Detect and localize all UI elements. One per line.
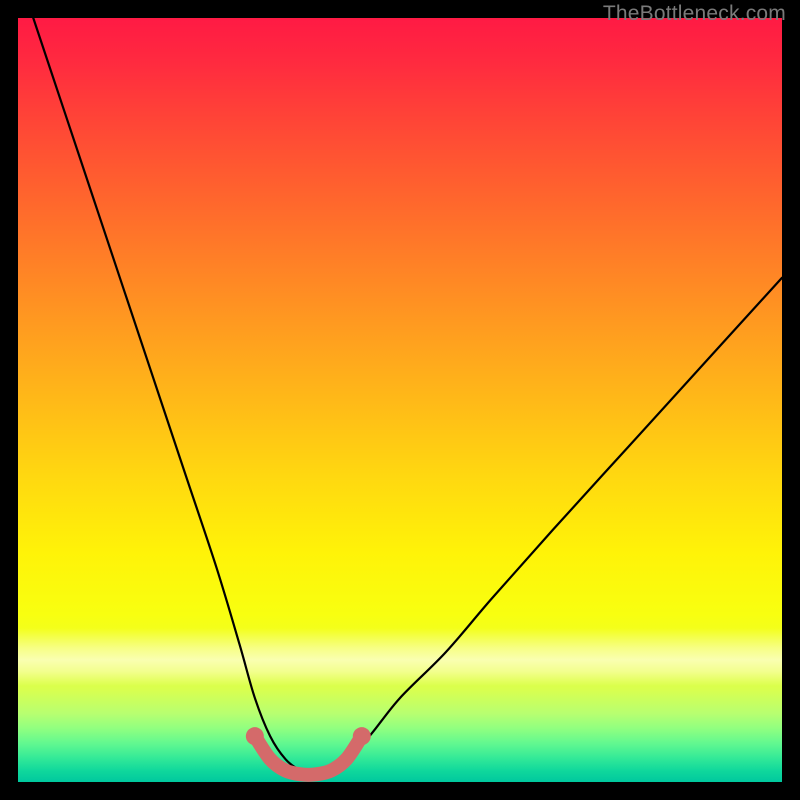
chart-plot-area — [18, 18, 782, 782]
bottleneck-curve — [33, 18, 782, 774]
watermark-text: TheBottleneck.com — [603, 2, 786, 26]
optimal-range-start-dot — [246, 727, 264, 745]
optimal-range-marker — [255, 736, 362, 775]
optimal-range-end-dot — [353, 727, 371, 745]
chart-frame: TheBottleneck.com — [0, 0, 800, 800]
